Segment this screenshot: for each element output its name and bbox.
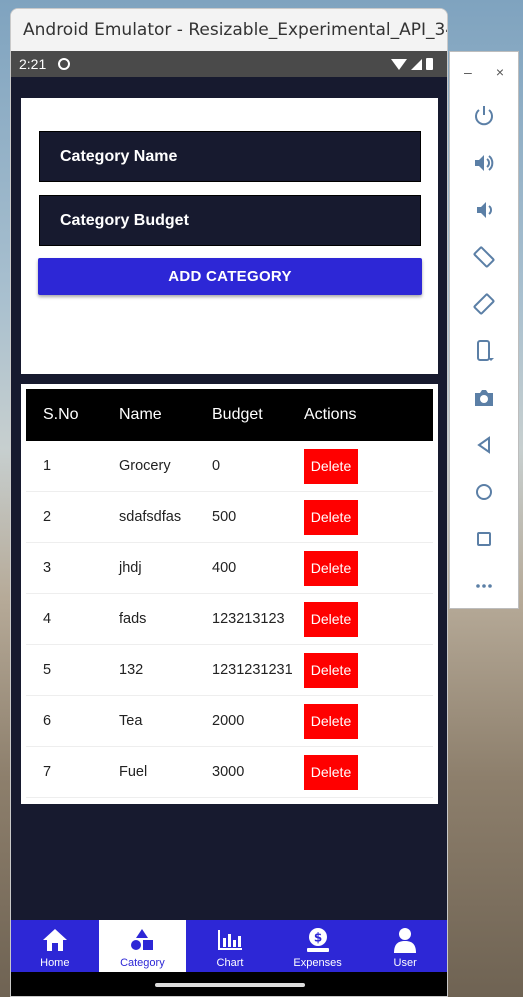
android-screen: 2:21 Category Name Category Budget ADD C…: [11, 51, 447, 996]
minimize-button[interactable]: –: [464, 64, 472, 92]
more-icon: [476, 583, 492, 588]
bottom-navigation: Home Category Chart $ Expenses User: [11, 920, 447, 972]
row-name: jhdj: [119, 560, 142, 576]
delete-button[interactable]: Delete: [304, 499, 358, 535]
user-icon: [392, 925, 418, 955]
category-name-input[interactable]: Category Name: [39, 131, 421, 182]
emulator-toolbar: – ×: [449, 51, 519, 609]
row-budget: 0: [212, 458, 221, 474]
row-budget: 2000: [212, 713, 245, 729]
row-budget: 3000: [212, 764, 245, 780]
row-name: Tea: [119, 713, 143, 729]
table-row: 6 Tea 2000 Delete: [26, 696, 433, 747]
row-name: Grocery: [119, 458, 171, 474]
delete-button[interactable]: Delete: [304, 448, 358, 484]
home-circle-icon: [476, 483, 492, 500]
delete-button[interactable]: Delete: [304, 703, 358, 739]
delete-button[interactable]: Delete: [304, 652, 358, 688]
overview-button[interactable]: [450, 515, 518, 562]
nav-expenses[interactable]: $ Expenses: [274, 920, 362, 972]
header-sno: S.No: [43, 406, 79, 423]
signal-icon: [411, 58, 422, 70]
screenshot-button[interactable]: [450, 374, 518, 421]
nav-category[interactable]: Category: [98, 920, 187, 972]
row-sno: 6: [43, 713, 52, 729]
fold-button[interactable]: [450, 327, 518, 374]
back-button[interactable]: [450, 421, 518, 468]
row-budget: 400: [212, 560, 237, 576]
nav-user[interactable]: User: [361, 920, 447, 972]
row-budget: 500: [212, 509, 237, 525]
volume-down-button[interactable]: [450, 186, 518, 233]
emulator-window: Android Emulator - Resizable_Experimenta…: [10, 8, 448, 997]
table-header: S.No Name Budget Actions: [26, 389, 433, 441]
status-time: 2:21: [19, 56, 47, 72]
category-table: S.No Name Budget Actions 1 Grocery 0 Del…: [21, 384, 438, 804]
row-name: Fuel: [119, 764, 148, 780]
chart-icon: [216, 925, 244, 955]
row-sno: 3: [43, 560, 52, 576]
rotate-right-button[interactable]: [450, 280, 518, 327]
table-row: 5 132 1231231231 Delete: [26, 645, 433, 696]
volume-down-icon: [477, 201, 492, 218]
nav-home-label: Home: [40, 957, 70, 969]
volume-up-button[interactable]: [450, 139, 518, 186]
more-button[interactable]: [450, 562, 518, 609]
svg-text:$: $: [313, 931, 321, 945]
header-actions: Actions: [304, 406, 357, 423]
row-budget: 1231231231: [212, 662, 293, 678]
status-indicators: [391, 58, 433, 70]
fold-icon: [477, 339, 494, 361]
home-button[interactable]: [450, 468, 518, 515]
gesture-navigation-bar: [11, 972, 447, 996]
delete-button[interactable]: Delete: [304, 754, 358, 790]
delete-button[interactable]: Delete: [304, 550, 358, 586]
nav-category-label: Category: [120, 957, 165, 969]
battery-icon: [426, 58, 433, 70]
rotate-left-button[interactable]: [450, 233, 518, 280]
nav-user-label: User: [393, 957, 417, 969]
delete-button[interactable]: Delete: [304, 601, 358, 637]
table-row: 7 Fuel 3000 Delete: [26, 747, 433, 798]
row-sno: 7: [43, 764, 52, 780]
row-name: fads: [119, 611, 147, 627]
header-name: Name: [119, 406, 162, 423]
power-button[interactable]: [450, 92, 518, 139]
expenses-icon: $: [304, 925, 332, 955]
app-notification-icon: [58, 58, 71, 70]
table-row: 3 jhdj 400 Delete: [26, 543, 433, 594]
window-title: Android Emulator - Resizable_Experimenta…: [11, 9, 447, 51]
nav-home[interactable]: Home: [11, 920, 99, 972]
overview-icon: [477, 531, 491, 546]
table-row: 1 Grocery 0 Delete: [26, 441, 433, 492]
category-budget-input[interactable]: Category Budget: [39, 195, 421, 246]
gesture-handle[interactable]: [155, 983, 305, 987]
volume-up-icon: [475, 154, 494, 171]
row-sno: 5: [43, 662, 52, 678]
row-sno: 4: [43, 611, 52, 627]
status-bar: 2:21: [11, 51, 447, 77]
wifi-icon: [391, 58, 407, 70]
camera-icon: [475, 389, 493, 406]
rotate-left-icon: [473, 246, 495, 267]
table-row: 2 sdafsdfas 500 Delete: [26, 492, 433, 543]
row-name: 132: [119, 662, 144, 678]
home-icon: [41, 925, 69, 955]
add-category-button[interactable]: ADD CATEGORY: [38, 258, 422, 295]
rotate-right-icon: [473, 293, 495, 314]
header-budget: Budget: [212, 406, 263, 423]
nav-expenses-label: Expenses: [293, 957, 342, 969]
row-name: sdafsdfas: [119, 509, 182, 525]
category-icon: [129, 925, 155, 955]
close-button[interactable]: ×: [496, 64, 504, 92]
nav-chart[interactable]: Chart: [186, 920, 274, 972]
table-row: 4 fads 123213123 Delete: [26, 594, 433, 645]
category-form: Category Name Category Budget ADD CATEGO…: [21, 98, 438, 374]
back-icon: [477, 435, 490, 454]
nav-chart-label: Chart: [216, 957, 244, 969]
row-sno: 1: [43, 458, 52, 474]
power-icon: [475, 105, 493, 125]
row-budget: 123213123: [212, 611, 285, 627]
row-sno: 2: [43, 509, 52, 525]
